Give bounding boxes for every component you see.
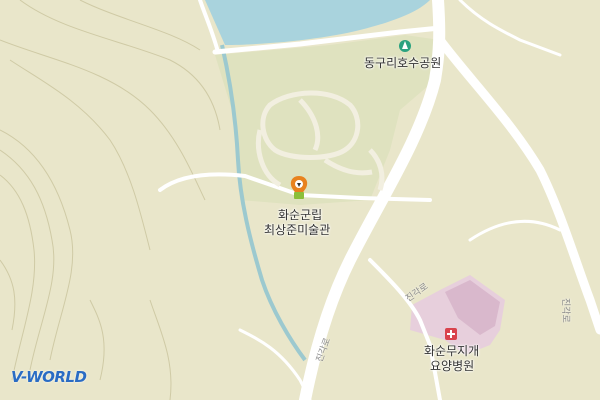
map-canvas[interactable] [0,0,600,400]
road-label-c: 진각로 [559,297,570,323]
vworld-logo: V-WORLD [11,368,87,386]
hospital-cross-icon[interactable] [445,328,457,340]
park-label[interactable]: 동구리호수공원 [364,56,441,70]
museum-label-line2[interactable]: 최상준미술관 [264,223,330,237]
hospital-label-line1[interactable]: 화순무지개 [424,344,479,358]
museum-label-line1[interactable]: 화순군립 [278,208,322,222]
hospital-label-line2[interactable]: 요양병원 [430,359,474,373]
park-icon[interactable] [399,40,411,52]
